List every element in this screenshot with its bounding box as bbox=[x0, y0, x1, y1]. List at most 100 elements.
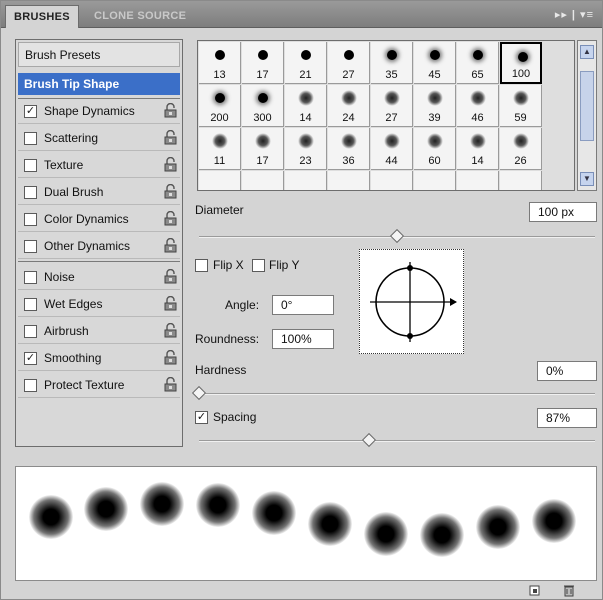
brush-tip-cell[interactable] bbox=[414, 171, 456, 190]
brush-tip-cell[interactable]: 39 bbox=[414, 85, 456, 127]
brush-size-label: 23 bbox=[299, 155, 312, 167]
brush-tip-cell[interactable]: 45 bbox=[414, 42, 456, 84]
option-checkbox[interactable] bbox=[24, 159, 37, 172]
spacing-slider-track[interactable] bbox=[199, 440, 595, 442]
brush-tip-cell[interactable]: 300 bbox=[242, 85, 284, 127]
option-label: Shape Dynamics bbox=[44, 104, 135, 118]
brush-tip-cell[interactable]: 60 bbox=[414, 128, 456, 170]
brush-tip-cell[interactable] bbox=[199, 171, 241, 190]
lock-icon[interactable] bbox=[164, 183, 177, 199]
brush-tip-cell[interactable]: 17 bbox=[242, 42, 284, 84]
brush-tip-cell[interactable]: 24 bbox=[328, 85, 370, 127]
option-texture[interactable]: Texture bbox=[18, 153, 180, 178]
brush-tip-cell[interactable] bbox=[500, 171, 542, 190]
option-airbrush[interactable]: Airbrush bbox=[18, 319, 180, 344]
option-checkbox[interactable]: ✓ bbox=[24, 105, 37, 118]
option-checkbox[interactable] bbox=[24, 379, 37, 392]
brush-tip-cell[interactable]: 17 bbox=[242, 128, 284, 170]
brush-tip-cell[interactable]: 100 bbox=[500, 42, 542, 84]
option-color-dynamics[interactable]: Color Dynamics bbox=[18, 207, 180, 232]
brush-size-label: 59 bbox=[514, 112, 527, 124]
hardness-field[interactable]: 0% bbox=[537, 361, 597, 381]
hardness-slider-knob[interactable] bbox=[191, 385, 207, 401]
brush-tip-cell[interactable]: 23 bbox=[285, 128, 327, 170]
brush-tip-cell[interactable] bbox=[242, 171, 284, 190]
angle-roundness-widget[interactable] bbox=[359, 249, 464, 354]
option-label: Texture bbox=[44, 158, 84, 172]
brush-tip-cell[interactable]: 27 bbox=[371, 85, 413, 127]
brush-tip-cell[interactable]: 11 bbox=[199, 128, 241, 170]
brush-tip-cell[interactable]: 59 bbox=[500, 85, 542, 127]
flip-x-checkbox[interactable] bbox=[195, 259, 208, 272]
option-wet-edges[interactable]: Wet Edges bbox=[18, 292, 180, 317]
lock-icon[interactable] bbox=[164, 349, 177, 365]
lock-icon[interactable] bbox=[164, 376, 177, 392]
diameter-field[interactable]: 100 px bbox=[529, 202, 597, 222]
option-checkbox[interactable] bbox=[24, 298, 37, 311]
spacing-slider-knob[interactable] bbox=[362, 432, 377, 448]
option-checkbox[interactable] bbox=[24, 186, 37, 199]
trash-icon[interactable] bbox=[562, 584, 576, 597]
hardness-slider-track[interactable] bbox=[199, 393, 595, 395]
brush-presets-button[interactable]: Brush Presets bbox=[18, 42, 180, 67]
lock-icon[interactable] bbox=[164, 129, 177, 145]
brush-tip-cell[interactable] bbox=[457, 171, 499, 190]
option-dual-brush[interactable]: Dual Brush bbox=[18, 180, 180, 205]
brush-tip-cell[interactable]: 14 bbox=[285, 85, 327, 127]
scroll-up-icon[interactable]: ▲ bbox=[580, 45, 594, 59]
flip-y-checkbox[interactable] bbox=[252, 259, 265, 272]
option-shape-dynamics[interactable]: ✓ Shape Dynamics bbox=[18, 99, 180, 124]
brush-tip-cell[interactable] bbox=[371, 171, 413, 190]
scrollbar-thumb[interactable] bbox=[580, 71, 594, 141]
option-protect-texture[interactable]: Protect Texture bbox=[18, 373, 180, 398]
option-smoothing[interactable]: ✓ Smoothing bbox=[18, 346, 180, 371]
lock-icon[interactable] bbox=[164, 295, 177, 311]
option-noise[interactable]: Noise bbox=[18, 265, 180, 290]
lock-icon[interactable] bbox=[164, 102, 177, 118]
brush-tip-preview bbox=[344, 50, 354, 60]
brush-tip-cell[interactable]: 21 bbox=[285, 42, 327, 84]
angle-field[interactable]: 0° bbox=[272, 295, 334, 315]
brush-tip-preview bbox=[427, 133, 443, 149]
diameter-slider-knob[interactable] bbox=[389, 228, 405, 244]
spacing-field[interactable]: 87% bbox=[537, 408, 597, 428]
option-checkbox[interactable] bbox=[24, 325, 37, 338]
option-checkbox[interactable] bbox=[24, 213, 37, 226]
brush-tip-cell[interactable]: 46 bbox=[457, 85, 499, 127]
spacing-checkbox[interactable]: ✓ bbox=[195, 411, 208, 424]
brush-tip-cell[interactable]: 36 bbox=[328, 128, 370, 170]
lock-icon[interactable] bbox=[164, 156, 177, 172]
option-label: Wet Edges bbox=[44, 297, 103, 311]
lock-icon[interactable] bbox=[164, 322, 177, 338]
tab-clone-source[interactable]: CLONE SOURCE bbox=[86, 5, 194, 28]
lock-icon[interactable] bbox=[164, 268, 177, 284]
brush-tip-cell[interactable]: 14 bbox=[457, 128, 499, 170]
brush-tip-cell[interactable]: 35 bbox=[371, 42, 413, 84]
tab-brushes[interactable]: BRUSHES bbox=[5, 5, 79, 28]
option-scattering[interactable]: Scattering bbox=[18, 126, 180, 151]
scroll-down-icon[interactable]: ▼ bbox=[580, 172, 594, 186]
roundness-field[interactable]: 100% bbox=[272, 329, 334, 349]
new-preset-icon[interactable] bbox=[528, 584, 542, 597]
brush-tip-cell[interactable]: 44 bbox=[371, 128, 413, 170]
brush-tip-cell[interactable]: 13 bbox=[199, 42, 241, 84]
option-other-dynamics[interactable]: Other Dynamics bbox=[18, 234, 180, 259]
option-checkbox[interactable] bbox=[24, 240, 37, 253]
option-label: Noise bbox=[44, 270, 75, 284]
panel-menu-button[interactable]: ▸▸ | ▾≡ bbox=[555, 8, 594, 21]
lock-icon[interactable] bbox=[164, 237, 177, 253]
brush-tip-cell[interactable]: 27 bbox=[328, 42, 370, 84]
brush-tip-cell[interactable]: 65 bbox=[457, 42, 499, 84]
option-checkbox[interactable] bbox=[24, 271, 37, 284]
brush-tip-cell[interactable]: 26 bbox=[500, 128, 542, 170]
brush-grid-scrollbar[interactable]: ▲ ▼ bbox=[577, 40, 597, 191]
brush-tip-cell[interactable]: 200 bbox=[199, 85, 241, 127]
brush-tip-cell[interactable] bbox=[328, 171, 370, 190]
option-checkbox[interactable] bbox=[24, 132, 37, 145]
brush-tip-preview bbox=[258, 93, 268, 103]
option-checkbox[interactable]: ✓ bbox=[24, 352, 37, 365]
lock-icon[interactable] bbox=[164, 210, 177, 226]
flip-y-label: Flip Y bbox=[269, 258, 300, 272]
brush-tip-shape-item[interactable]: Brush Tip Shape bbox=[18, 73, 180, 95]
brush-tip-cell[interactable] bbox=[285, 171, 327, 190]
